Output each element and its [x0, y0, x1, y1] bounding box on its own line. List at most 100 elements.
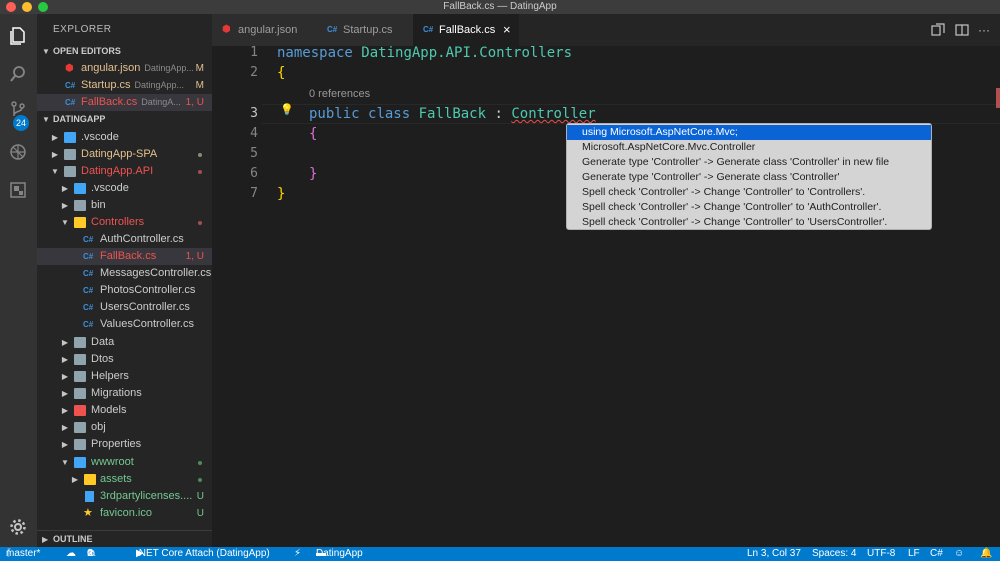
more-actions-icon[interactable]: ··· — [978, 22, 994, 38]
language-mode[interactable]: C# — [930, 547, 943, 561]
close-icon[interactable]: × — [503, 14, 511, 46]
code-line: { — [277, 65, 286, 81]
quick-fix-item[interactable]: Microsoft.AspNetCore.Mvc.Controller — [567, 140, 931, 155]
csharp-file-icon: C# — [65, 98, 76, 107]
tree-item[interactable]: ▶ Data — [37, 334, 212, 351]
git-status: U — [196, 491, 204, 502]
scm-badge: 24 — [13, 115, 29, 131]
chevron-right-icon: ▶ — [42, 535, 49, 544]
codelens-references[interactable]: 0 references — [309, 88, 370, 100]
tree-item[interactable]: ▶ .vscode — [37, 180, 212, 197]
quick-fix-item[interactable]: Generate type 'Controller' -> Generate c… — [567, 155, 931, 170]
tree-item[interactable]: ▶ Dtos — [37, 351, 212, 368]
chevron-right-icon: ▶ — [61, 201, 69, 210]
extensions-icon[interactable] — [6, 178, 30, 202]
cursor-position[interactable]: Ln 3, Col 37 — [747, 547, 801, 561]
encoding[interactable]: UTF-8 — [867, 547, 895, 561]
quick-fix-item[interactable]: Spell check 'Controller' -> Change 'Cont… — [567, 215, 931, 230]
tab-angular-json[interactable]: ⬢ angular.json — [212, 14, 317, 46]
line-number: 5 — [250, 146, 258, 161]
outline-section[interactable]: ▶ OUTLINE — [37, 530, 212, 547]
untracked-dot — [198, 478, 202, 482]
error-dot — [198, 221, 202, 225]
chevron-right-icon: ▶ — [71, 475, 79, 484]
tree-item[interactable]: ▶ DatingApp-SPA — [37, 146, 212, 163]
live-share-icon[interactable]: ⚡ — [294, 547, 301, 561]
csharp-file-icon: C# — [83, 235, 94, 244]
quick-fix-item[interactable]: using Microsoft.AspNetCore.Mvc; — [567, 125, 931, 140]
chevron-right-icon: ▶ — [61, 355, 69, 364]
tab-startup-cs[interactable]: C# Startup.cs — [317, 14, 413, 46]
feedback-icon[interactable]: ☺ — [954, 547, 964, 561]
git-status: 1, U — [185, 97, 204, 108]
tree-item[interactable]: ▶ .vscode — [37, 129, 212, 146]
chevron-down-icon: ▼ — [42, 115, 50, 124]
tree-item[interactable]: ▶ obj — [37, 419, 212, 436]
tab-fallback-cs[interactable]: C# FallBack.cs × — [413, 14, 519, 46]
tree-item[interactable]: ★ favicon.ico U — [37, 505, 212, 522]
tree-item[interactable]: ▶ Migrations — [37, 385, 212, 402]
tree-item[interactable]: C# PhotosController.cs — [37, 282, 212, 299]
tree-item[interactable]: C# ValuesController.cs — [37, 316, 212, 333]
csharp-file-icon: C# — [327, 25, 338, 34]
editor-tabs: ⬢ angular.json C# Startup.cs C# FallBack… — [212, 14, 1000, 46]
activity-bar: 24 — [0, 14, 37, 547]
chevron-right-icon: ▶ — [61, 338, 69, 347]
quick-fix-item[interactable]: Generate type 'Controller' -> Generate c… — [567, 170, 931, 185]
tree-item[interactable]: ▶ assets — [37, 471, 212, 488]
vertical-scrollbar[interactable] — [986, 46, 1000, 547]
folder-icon — [74, 388, 86, 399]
workspace-section[interactable]: ▼ DATINGAPP — [37, 111, 212, 128]
indentation[interactable]: Spaces: 4 — [812, 547, 856, 561]
debug-icon[interactable] — [6, 140, 30, 164]
split-editor-icon[interactable] — [954, 22, 970, 38]
tree-item[interactable]: ▶ Properties — [37, 436, 212, 453]
chevron-right-icon: ▶ — [61, 184, 69, 193]
folder-icon — [74, 200, 86, 211]
line-number: 2 — [250, 65, 258, 80]
tree-item[interactable]: C# FallBack.cs 1, U — [37, 248, 212, 265]
git-status: M — [195, 80, 204, 91]
tree-item[interactable]: ▼ Controllers — [37, 214, 212, 231]
code-line: public class FallBack : Controller — [309, 106, 596, 122]
folder-icon — [74, 405, 86, 416]
tree-item[interactable]: ▶ bin — [37, 197, 212, 214]
line-ending[interactable]: LF — [908, 547, 920, 561]
tree-item[interactable]: C# UsersController.cs — [37, 299, 212, 316]
sync-icon[interactable]: ☁ — [66, 547, 76, 561]
tree-item[interactable]: C# AuthController.cs — [37, 231, 212, 248]
line-number: 6 — [250, 166, 258, 181]
explorer-icon[interactable] — [6, 24, 30, 48]
folder-icon — [64, 166, 76, 177]
open-editor-item[interactable]: C# FallBack.cs DatingA... 1, U — [37, 94, 212, 111]
open-editor-item[interactable]: C# Startup.cs DatingApp... M — [37, 77, 212, 94]
code-line: namespace DatingApp.API.Controllers — [277, 45, 573, 61]
tree-item[interactable]: ▼ DatingApp.API — [37, 163, 212, 180]
notifications-icon[interactable]: 🔔 — [980, 547, 992, 561]
tree-item[interactable]: ▶ Models — [37, 402, 212, 419]
quick-fix-item[interactable]: Spell check 'Controller' -> Change 'Cont… — [567, 185, 931, 200]
git-status: 1, U — [185, 251, 204, 262]
star-icon: ★ — [83, 507, 93, 519]
code-editor[interactable]: 1 2 3 4 5 6 7 namespace DatingApp.API.Co… — [212, 45, 1000, 547]
csharp-file-icon: C# — [83, 303, 94, 312]
tree-item[interactable]: ▶ Helpers — [37, 368, 212, 385]
csharp-file-icon: C# — [83, 269, 94, 278]
open-changes-icon[interactable] — [930, 22, 946, 38]
quick-fix-menu: using Microsoft.AspNetCore.Mvc; Microsof… — [566, 123, 932, 230]
chevron-down-icon: ▼ — [51, 167, 59, 176]
gear-icon[interactable] — [6, 515, 30, 539]
open-editors-section[interactable]: ▼ OPEN EDITORS — [37, 43, 212, 60]
search-icon[interactable] — [6, 62, 30, 86]
lightbulb-icon[interactable]: 💡 — [280, 103, 294, 116]
modified-dot — [198, 153, 202, 157]
tree-item[interactable]: ▼ wwwroot — [37, 454, 212, 471]
tree-item[interactable]: C# MessagesController.cs — [37, 265, 212, 282]
quick-fix-item[interactable]: Spell check 'Controller' -> Change 'Cont… — [567, 200, 931, 215]
line-number: 7 — [250, 186, 258, 201]
open-editor-item[interactable]: ⬢ angular.json DatingApp... M — [37, 60, 212, 77]
tree-item[interactable]: 3rdpartylicenses.... U — [37, 488, 212, 505]
csharp-file-icon: C# — [423, 25, 434, 34]
explorer-sidebar: EXPLORER ▼ OPEN EDITORS ⬢ angular.json Da… — [37, 14, 212, 547]
csharp-file-icon: C# — [83, 320, 94, 329]
